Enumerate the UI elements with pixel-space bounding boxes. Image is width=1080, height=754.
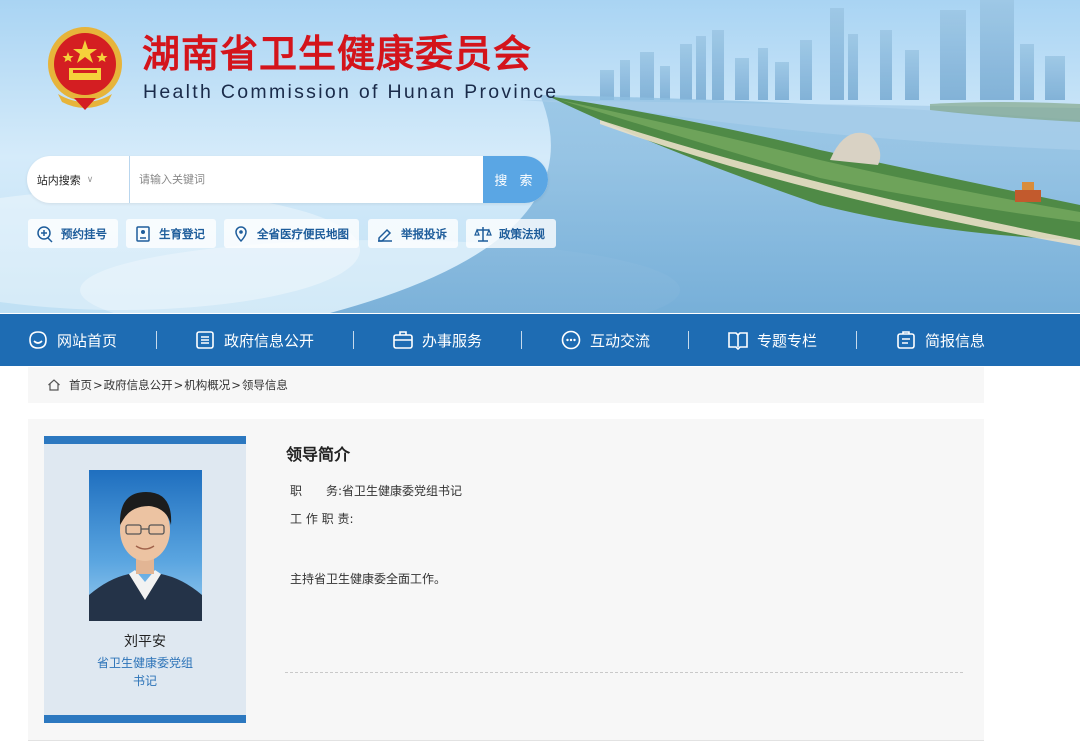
- breadcrumb-separator: >: [231, 378, 241, 392]
- quick-link-label: 政策法规: [499, 226, 545, 241]
- nav-item-interaction[interactable]: 互动交流: [560, 314, 650, 366]
- section-title: 领导简介: [286, 445, 351, 464]
- home-icon: [47, 378, 61, 392]
- breadcrumb-gov-info[interactable]: 政府信息公开: [104, 377, 173, 393]
- breadcrumb-org-overview[interactable]: 机构概况: [184, 377, 230, 393]
- content-divider: [28, 740, 984, 741]
- search-bar: 站内搜索 ∨ 搜 索: [27, 156, 548, 203]
- leader-role-line: 书记: [132, 674, 157, 688]
- position-field: 职 务:省卫生健康委党组书记: [290, 482, 462, 499]
- briefcase-icon: [392, 329, 414, 351]
- card-bottom-bar: [44, 715, 246, 723]
- home-icon: [27, 329, 49, 351]
- duty-field: 工 作 职 责:: [290, 510, 354, 527]
- nav-divider: [521, 331, 522, 349]
- nav-item-label: 专题专栏: [757, 331, 818, 350]
- header-banner: 湖南省卫生健康委员会 Health Commission of Hunan Pr…: [0, 0, 1080, 313]
- nav-divider: [353, 331, 354, 349]
- position-value: 省卫生健康委党组书记: [342, 484, 463, 498]
- search-input[interactable]: [131, 156, 481, 203]
- map-pin-icon: [232, 225, 250, 243]
- nav-divider: [688, 331, 689, 349]
- nav-item-home[interactable]: 网站首页: [27, 314, 117, 366]
- dashed-divider: [285, 672, 963, 673]
- chat-icon: [560, 329, 582, 351]
- nav-item-label: 网站首页: [57, 331, 118, 350]
- breadcrumb-home[interactable]: 首页: [69, 377, 92, 393]
- search-scope-label: 站内搜索: [36, 173, 81, 187]
- search-button[interactable]: 搜 索: [483, 156, 548, 203]
- nav-item-label: 政府信息公开: [224, 331, 315, 350]
- quick-link-appointment[interactable]: 预约挂号: [28, 219, 118, 248]
- search-scope-select[interactable]: 站内搜索 ∨: [27, 156, 103, 203]
- quick-link-label: 预约挂号: [61, 226, 107, 241]
- clipboard-icon: [895, 329, 917, 351]
- site-subtitle: Health Commission of Hunan Province: [143, 81, 559, 103]
- registration-icon: [134, 225, 152, 243]
- pen-icon: [376, 225, 394, 243]
- nav-item-services[interactable]: 办事服务: [392, 314, 482, 366]
- nav-item-gov-info[interactable]: 政府信息公开: [194, 314, 314, 366]
- duty-text: 主持省卫生健康委全面工作。: [290, 572, 447, 586]
- document-list-icon: [194, 329, 216, 351]
- national-emblem-icon: [44, 24, 126, 110]
- nav-divider: [156, 331, 157, 349]
- leader-name: 刘平安: [124, 634, 166, 650]
- breadcrumb-leader-info[interactable]: 领导信息: [242, 377, 288, 393]
- quick-link-label: 举报投诉: [401, 226, 447, 241]
- leader-role: 省卫生健康委党组 书记: [84, 654, 206, 690]
- position-label: 职 务:: [290, 484, 343, 498]
- nav-item-special-topics[interactable]: 专题专栏: [727, 314, 817, 366]
- quick-link-label: 全省医疗便民地图: [257, 226, 349, 241]
- quick-link-policy[interactable]: 政策法规: [466, 219, 556, 248]
- quick-link-report[interactable]: 举报投诉: [368, 219, 458, 248]
- book-icon: [727, 329, 749, 351]
- breadcrumb-separator: >: [93, 378, 103, 392]
- card-top-bar: [44, 436, 246, 444]
- add-location-icon: [36, 225, 54, 243]
- nav-divider: [856, 331, 857, 349]
- leader-role-line: 省卫生健康委党组: [96, 656, 193, 670]
- nav-item-bulletin[interactable]: 简报信息: [895, 314, 985, 366]
- duty-label: 工 作 职 责:: [290, 512, 354, 526]
- nav-item-label: 简报信息: [925, 331, 986, 350]
- chevron-down-icon: ∨: [86, 174, 94, 185]
- site-title: 湖南省卫生健康委员会: [142, 32, 533, 76]
- search-divider: [129, 156, 130, 203]
- quick-link-label: 生育登记: [159, 226, 205, 241]
- quick-link-birth-registration[interactable]: 生育登记: [126, 219, 216, 248]
- breadcrumb: 首页 > 政府信息公开 > 机构概况 > 领导信息: [28, 367, 984, 403]
- main-nav: 网站首页 政府信息公开 办事服务 互动交流 专题专栏 简报信息: [0, 314, 1080, 366]
- scales-icon: [474, 225, 492, 243]
- nav-item-label: 互动交流: [590, 331, 651, 350]
- leader-photo: [89, 470, 202, 621]
- nav-item-label: 办事服务: [422, 331, 483, 350]
- quick-link-medical-map[interactable]: 全省医疗便民地图: [224, 219, 359, 248]
- breadcrumb-separator: >: [173, 378, 184, 392]
- leader-card: 刘平安 省卫生健康委党组 书记: [44, 436, 246, 723]
